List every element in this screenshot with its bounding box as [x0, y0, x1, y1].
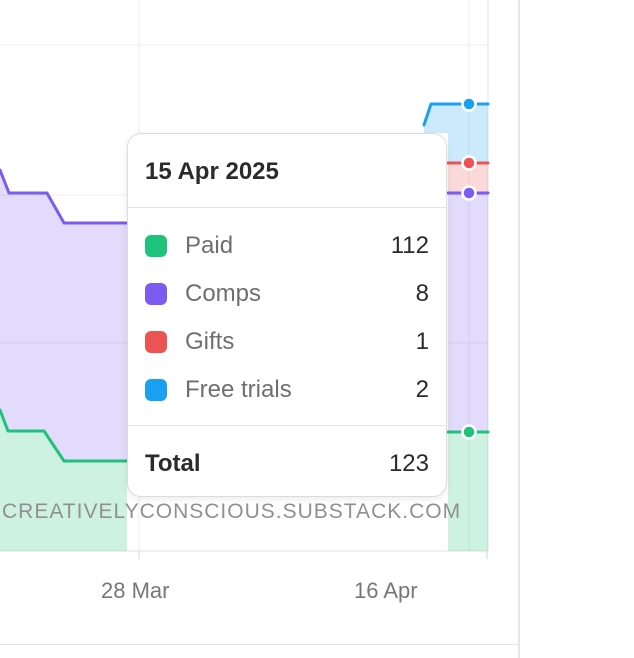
tooltip-row-gifts: Gifts 1 — [145, 328, 429, 356]
tooltip-row-value: 2 — [415, 376, 429, 403]
tooltip-divider — [128, 425, 446, 426]
tooltip-row-label: Gifts — [185, 328, 235, 355]
tooltip-date: 15 Apr 2025 — [145, 158, 279, 185]
comps-area — [448, 193, 488, 432]
free-trials-marker — [461, 96, 477, 112]
paid-area — [448, 432, 488, 551]
tooltip-total-value: 123 — [388, 450, 429, 477]
tooltip-row-label: Comps — [185, 280, 262, 307]
watermark: CREATIVELYCONSCIOUS.SUBSTACK.COM — [2, 500, 462, 523]
paid-marker — [461, 424, 477, 440]
x-tick-label: 28 Mar — [101, 578, 170, 603]
comps-area — [0, 170, 127, 461]
x-tick-label: 16 Apr — [354, 578, 418, 603]
comps-marker — [461, 185, 477, 201]
tooltip-divider — [128, 207, 446, 208]
tooltip-row-value: 1 — [415, 328, 429, 355]
chart-tooltip: 15 Apr 2025 Paid 112 Comps 8 Gifts 1 Fre… — [127, 133, 447, 497]
paid-swatch-icon — [145, 235, 167, 257]
tooltip-total-label: Total — [145, 450, 201, 477]
tooltip-row-free-trials: Free trials 2 — [145, 376, 429, 404]
tooltip-row-value: 8 — [415, 280, 429, 307]
free-trials-swatch-icon — [145, 379, 167, 401]
gifts-marker — [461, 155, 477, 171]
tooltip-row-paid: Paid 112 — [145, 232, 429, 260]
tooltip-row-label: Paid — [185, 232, 234, 259]
comps-swatch-icon — [145, 283, 167, 305]
tooltip-row-comps: Comps 8 — [145, 280, 429, 308]
tooltip-row-label: Free trials — [185, 376, 292, 403]
panel-divider — [518, 0, 520, 658]
gifts-swatch-icon — [145, 331, 167, 353]
tooltip-row-value: 112 — [390, 232, 429, 259]
bottom-divider — [0, 644, 518, 645]
